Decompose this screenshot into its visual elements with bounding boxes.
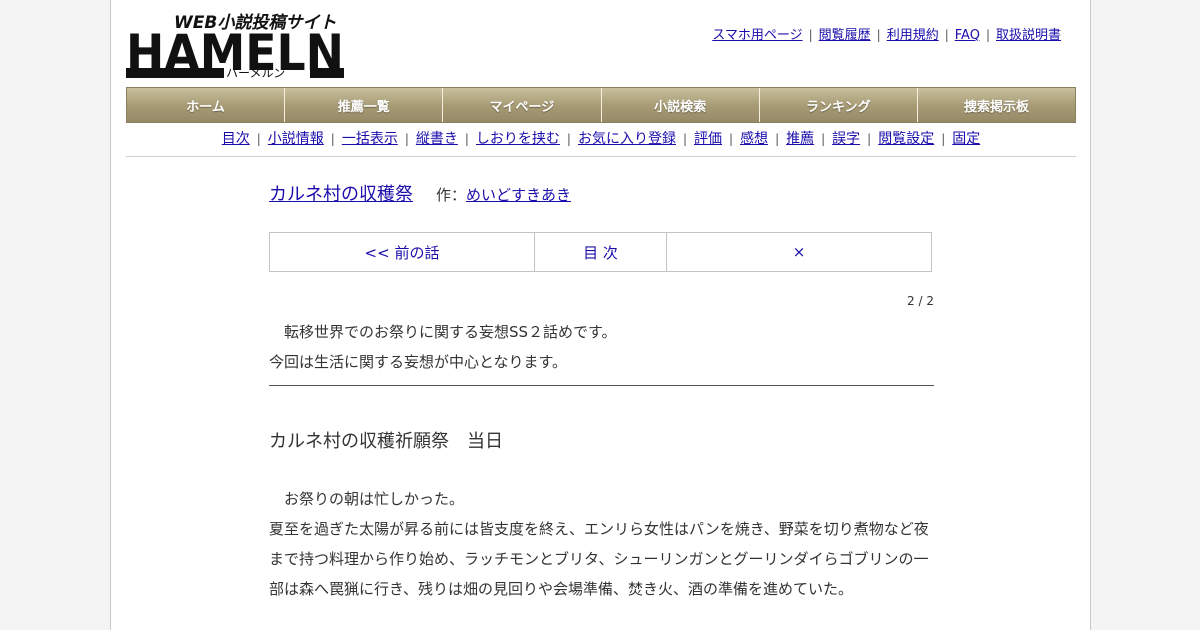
sub-nav-bookmark[interactable]: しおりを挟む xyxy=(476,131,560,147)
nav-ranking[interactable]: ランキング xyxy=(759,88,918,122)
nav-novel-search[interactable]: 小説検索 xyxy=(601,88,760,122)
episode-pager: << 前の話 目 次 × xyxy=(269,232,932,272)
sub-nav-typo[interactable]: 誤字 xyxy=(832,131,860,147)
main-nav: ホーム 推薦一覧 マイページ 小説検索 ランキング 捜索掲示板 xyxy=(126,87,1076,123)
sub-nav-reviews[interactable]: 感想 xyxy=(740,131,768,147)
story-body: お祭りの朝は忙しかった。 夏至を過ぎた太陽が昇る前には皆支度を終え、エンリら女性… xyxy=(269,484,934,604)
preface-line: 転移世界でのお祭りに関する妄想SS２話めです。 xyxy=(269,323,617,341)
body-line: 夏至を過ぎた太陽が昇る前には皆支度を終え、エンリら女性はパンを焼き、野菜を切り煮… xyxy=(269,520,929,538)
sub-nav-rating[interactable]: 評価 xyxy=(694,131,722,147)
divider xyxy=(269,385,934,386)
top-link-terms[interactable]: 利用規約 xyxy=(887,28,939,43)
hameln-logo-icon: WEB小説投稿サイト HAMELN ハーメルン xyxy=(126,13,344,80)
nav-mypage[interactable]: マイページ xyxy=(443,88,602,122)
sub-nav: 目次 | 小説情報 | 一括表示 | 縦書き | しおりを挟む | お気に入り登録 | 評価 | 感想 | 推薦… xyxy=(126,128,1076,157)
sub-nav-vertical[interactable]: 縦書き xyxy=(416,131,458,147)
top-link-history[interactable]: 閲覧履歴 xyxy=(819,28,871,43)
body-line: お祭りの朝は忙しかった。 xyxy=(269,490,465,508)
sub-nav-toc[interactable]: 目次 xyxy=(222,131,250,147)
body-line: 部は森へ罠猟に行き、残りは畑の見回りや会場準備、焚き火、酒の準備を進めていた。 xyxy=(269,580,853,598)
novel-title-link[interactable]: カルネ村の収穫祭 xyxy=(269,180,413,206)
toc-button[interactable]: 目 次 xyxy=(535,233,667,271)
nav-recommendations[interactable]: 推薦一覧 xyxy=(285,88,444,122)
page-number: 2 / 2 xyxy=(907,294,934,308)
novel-content: カルネ村の収穫祭 作： めいどすきあき << 前の話 目 次 × 2 / 2 転移… xyxy=(269,180,934,598)
svg-text:ハーメルン: ハーメルン xyxy=(226,66,285,80)
chapter-title: カルネ村の収穫祈願祭 当日 xyxy=(269,431,503,452)
sub-nav-view-settings[interactable]: 閲覧設定 xyxy=(878,131,934,147)
nav-search-board[interactable]: 捜索掲示板 xyxy=(917,88,1076,122)
sub-nav-favorite[interactable]: お気に入り登録 xyxy=(578,131,676,147)
prev-episode-button[interactable]: << 前の話 xyxy=(270,233,535,271)
sub-nav-show-all[interactable]: 一括表示 xyxy=(342,131,398,147)
page-container: WEB小説投稿サイト HAMELN ハーメルン スマホ用ページ | 閲覧履歴 | 利用規… xyxy=(110,0,1091,630)
top-link-faq[interactable]: FAQ xyxy=(955,28,980,43)
top-links: スマホ用ページ | 閲覧履歴 | 利用規約 | FAQ | 取扱説明書 xyxy=(712,28,1061,43)
sub-nav-novel-info[interactable]: 小説情報 xyxy=(268,131,324,147)
close-button[interactable]: × xyxy=(667,233,931,271)
nav-home[interactable]: ホーム xyxy=(127,88,286,122)
sub-nav-recommend[interactable]: 推薦 xyxy=(786,131,814,147)
top-link-manual[interactable]: 取扱説明書 xyxy=(996,28,1061,43)
author-link[interactable]: めいどすきあき xyxy=(466,184,571,205)
sub-nav-pin[interactable]: 固定 xyxy=(952,131,980,147)
novel-header: カルネ村の収穫祭 作： めいどすきあき xyxy=(269,180,934,214)
site-logo[interactable]: WEB小説投稿サイト HAMELN ハーメルン xyxy=(126,10,346,80)
preface: 転移世界でのお祭りに関する妄想SS２話めです。 今回は生活に関する妄想が中心とな… xyxy=(269,317,934,377)
body-line: まで持つ料理から作り始め、ラッチモンとブリタ、シューリンガンとグーリンダイらゴブ… xyxy=(269,550,929,568)
preface-line: 今回は生活に関する妄想が中心となります。 xyxy=(269,353,568,371)
top-link-smartphone[interactable]: スマホ用ページ xyxy=(712,28,802,43)
author-label: 作： xyxy=(436,186,467,204)
